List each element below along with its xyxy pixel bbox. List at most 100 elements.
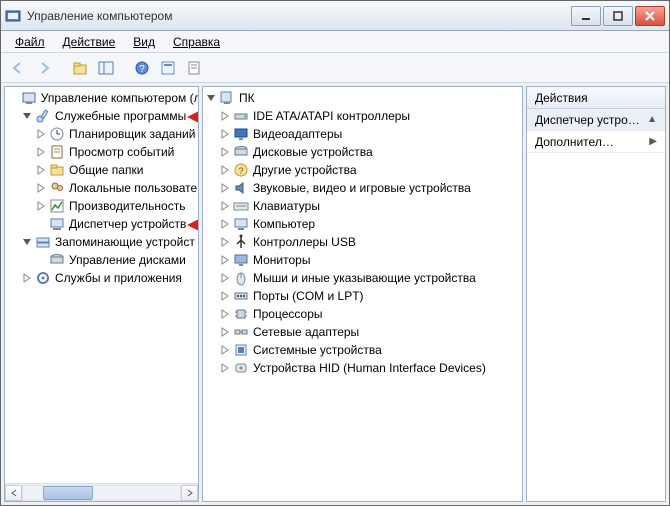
tree-item-label: Другие устройства [253, 161, 357, 179]
expand-toggle[interactable] [35, 128, 47, 140]
device-category[interactable]: Мыши и иные указывающие устройства [203, 269, 522, 287]
expand-toggle[interactable] [35, 182, 47, 194]
expand-toggle[interactable] [35, 164, 47, 176]
scroll-thumb[interactable] [43, 486, 93, 500]
close-button[interactable] [635, 6, 665, 26]
device-category[interactable]: Компьютер [203, 215, 522, 233]
properties-button[interactable] [183, 57, 205, 79]
expand-toggle[interactable] [219, 344, 231, 356]
tree-item[interactable]: Общие папки [5, 161, 198, 179]
device-category[interactable]: Звуковые, видео и игровые устройства [203, 179, 522, 197]
left-hscrollbar[interactable] [5, 483, 198, 501]
device-category[interactable]: Порты (COM и LPT) [203, 287, 522, 305]
pc-icon [219, 90, 235, 106]
tools-icon [35, 108, 51, 124]
sound-icon [233, 180, 249, 196]
expand-toggle[interactable] [21, 272, 33, 284]
device-category[interactable]: Контроллеры USB [203, 233, 522, 251]
expand-toggle[interactable] [219, 326, 231, 338]
tree-item-label: Контроллеры USB [253, 233, 356, 251]
expand-toggle[interactable] [219, 218, 231, 230]
expand-toggle[interactable] [219, 290, 231, 302]
chevron-up-icon: ▲ [647, 114, 657, 125]
device-category[interactable]: Клавиатуры [203, 197, 522, 215]
tree-item-label: Сетевые адаптеры [253, 323, 359, 341]
expand-toggle[interactable] [35, 146, 47, 158]
tree-group-services[interactable]: Службы и приложения [5, 269, 198, 287]
expand-toggle[interactable] [219, 164, 231, 176]
expand-toggle[interactable] [219, 110, 231, 122]
window: Управление компьютером Файл Действие Вид… [0, 0, 670, 506]
tree-item[interactable]: Локальные пользовате [5, 179, 198, 197]
tree-root[interactable]: Управление компьютером (л [5, 89, 198, 107]
app-icon [5, 8, 21, 24]
expand-toggle[interactable] [35, 200, 47, 212]
show-hide-tree-button[interactable] [95, 57, 117, 79]
device-category[interactable]: Процессоры [203, 305, 522, 323]
device-category[interactable]: IDE ATA/ATAPI контроллеры [203, 107, 522, 125]
mouse-icon [233, 270, 249, 286]
device-category[interactable]: Системные устройства [203, 341, 522, 359]
maximize-button[interactable] [603, 6, 633, 26]
menu-action[interactable]: Действие [55, 33, 124, 51]
expand-toggle[interactable] [205, 92, 217, 104]
expand-toggle[interactable] [219, 128, 231, 140]
device-category[interactable]: ?Другие устройства [203, 161, 522, 179]
minimize-button[interactable] [571, 6, 601, 26]
tree-item[interactable]: Диспетчер устройств [5, 215, 198, 233]
expand-toggle[interactable] [219, 362, 231, 374]
expand-toggle[interactable] [219, 146, 231, 158]
expand-toggle[interactable] [219, 182, 231, 194]
tree-item-label: Локальные пользовате [69, 179, 197, 197]
diskmanagement-icon [49, 252, 65, 268]
computer-icon [233, 216, 249, 232]
scroll-track[interactable] [22, 485, 181, 501]
device-category[interactable]: Сетевые адаптеры [203, 323, 522, 341]
expand-toggle[interactable] [21, 110, 33, 122]
device-category[interactable]: Мониторы [203, 251, 522, 269]
forward-button[interactable] [33, 57, 55, 79]
window-buttons [571, 6, 665, 26]
actions-context-row[interactable]: Диспетчер устро… ▲ [527, 109, 665, 131]
menu-view[interactable]: Вид [125, 33, 163, 51]
sharedfolders-icon [49, 162, 65, 178]
device-root[interactable]: ПК [203, 89, 522, 107]
actions-more-row[interactable]: Дополнител… ▶ [527, 131, 665, 153]
help-button[interactable]: ? [131, 57, 153, 79]
tree-item-label: IDE ATA/ATAPI контроллеры [253, 107, 410, 125]
up-button[interactable] [69, 57, 91, 79]
device-category[interactable]: Дисковые устройства [203, 143, 522, 161]
tree-group-tools[interactable]: Служебные программы [5, 107, 198, 125]
console-tree[interactable]: Управление компьютером (лСлужебные прогр… [5, 87, 198, 483]
device-category[interactable]: Видеоадаптеры [203, 125, 522, 143]
tree-item-label: Управление дисками [69, 251, 186, 269]
expand-toggle[interactable] [219, 236, 231, 248]
tree-item[interactable]: Производительность [5, 197, 198, 215]
expand-toggle[interactable] [219, 308, 231, 320]
menu-help[interactable]: Справка [165, 33, 228, 51]
device-tree[interactable]: ПКIDE ATA/ATAPI контроллерыВидеоадаптеры… [203, 87, 522, 379]
back-button[interactable] [7, 57, 29, 79]
tree-item-label: ПК [239, 89, 255, 107]
tree-item[interactable]: Просмотр событий [5, 143, 198, 161]
expand-toggle[interactable] [219, 272, 231, 284]
refresh-button[interactable] [157, 57, 179, 79]
tree-item-label: Управление компьютером (л [41, 89, 198, 107]
tree-item[interactable]: Управление дисками [5, 251, 198, 269]
expand-toggle[interactable] [219, 200, 231, 212]
scroll-right-arrow[interactable] [181, 485, 198, 501]
tree-item-label: Диспетчер устройств [69, 215, 186, 233]
expand-toggle[interactable] [219, 254, 231, 266]
scroll-left-arrow[interactable] [5, 485, 22, 501]
tree-group-storage[interactable]: Запоминающие устройст [5, 233, 198, 251]
tree-item[interactable]: Планировщик заданий [5, 125, 198, 143]
hid-icon [233, 360, 249, 376]
tree-item-label: Мониторы [253, 251, 310, 269]
svg-text:?: ? [139, 64, 145, 75]
tree-item-label: Планировщик заданий [69, 125, 195, 143]
expand-toggle[interactable] [21, 236, 33, 248]
device-category[interactable]: Устройства HID (Human Interface Devices) [203, 359, 522, 377]
menu-file[interactable]: Файл [7, 33, 53, 51]
network-icon [233, 324, 249, 340]
tree-item-label: Клавиатуры [253, 197, 320, 215]
